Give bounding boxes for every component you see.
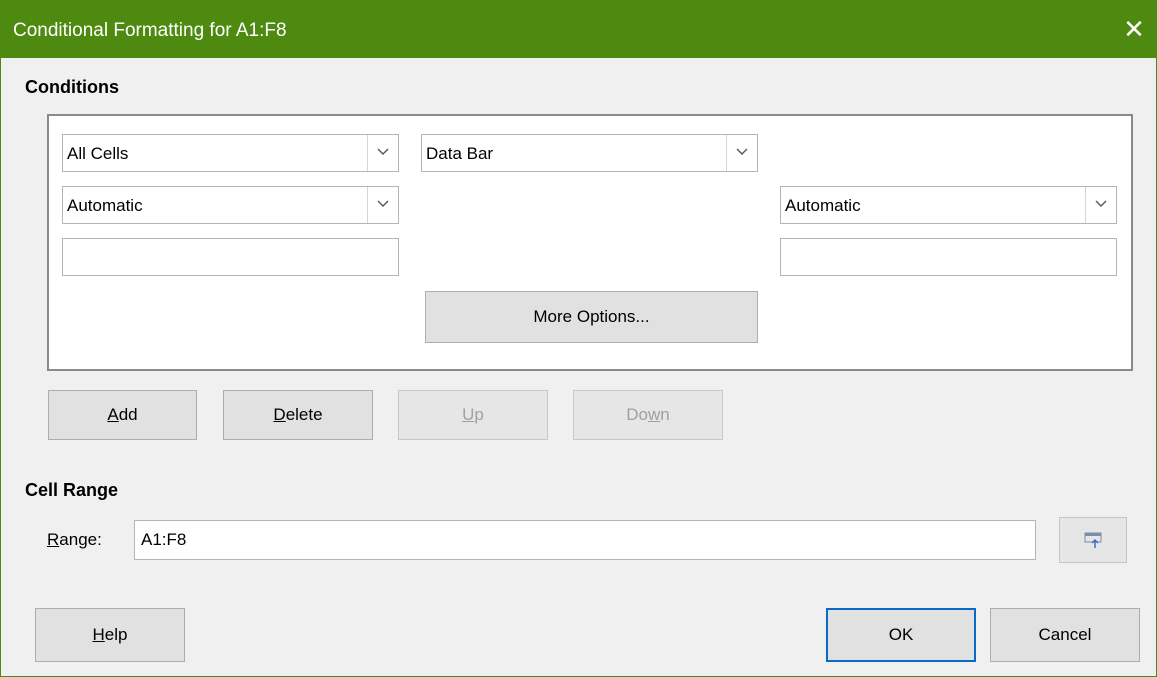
range-input-value: A1:F8 xyxy=(141,530,187,549)
max-type-value: Automatic xyxy=(785,196,861,215)
close-button[interactable]: ✕ xyxy=(1110,0,1157,58)
down-label: n xyxy=(660,405,670,424)
down-button[interactable]: Down xyxy=(573,390,723,440)
shrink-dialog-icon xyxy=(1083,530,1103,555)
format-type-value: Data Bar xyxy=(426,144,494,163)
chevron-down-icon xyxy=(367,187,398,223)
conditional-formatting-dialog: Conditional Formatting for A1:F8 ✕ Condi… xyxy=(0,0,1157,677)
chevron-down-icon xyxy=(367,135,398,171)
cancel-button[interactable]: Cancel xyxy=(990,608,1140,662)
add-label: dd xyxy=(118,405,138,424)
more-options-button[interactable]: More Options... xyxy=(425,291,758,343)
range-label-mnemonic: R xyxy=(47,530,60,549)
up-mnemonic: U xyxy=(462,405,475,424)
help-button[interactable]: Help xyxy=(35,608,185,662)
ok-button[interactable]: OK xyxy=(826,608,976,662)
window-title: Conditional Formatting for A1:F8 xyxy=(13,20,287,41)
up-button[interactable]: Up xyxy=(398,390,548,440)
help-mnemonic: H xyxy=(92,625,105,644)
ok-label: OK xyxy=(888,625,914,644)
down-mnemonic: w xyxy=(647,405,661,424)
close-icon: ✕ xyxy=(1123,14,1145,44)
add-button[interactable]: Add xyxy=(48,390,197,440)
title-bar: Conditional Formatting for A1:F8 ✕ xyxy=(1,0,1157,58)
delete-mnemonic: D xyxy=(273,405,286,424)
cell-range-heading: Cell Range xyxy=(25,480,119,500)
cancel-label: Cancel xyxy=(1038,625,1092,644)
delete-label: elete xyxy=(285,405,323,424)
delete-button[interactable]: Delete xyxy=(223,390,373,440)
help-label: elp xyxy=(104,625,128,644)
chevron-down-icon xyxy=(726,135,757,171)
format-type-dropdown[interactable]: Data Bar xyxy=(421,134,758,172)
range-label-text: ange: xyxy=(59,530,102,549)
conditions-heading: Conditions xyxy=(25,77,119,97)
shrink-button[interactable] xyxy=(1059,517,1127,563)
min-value-input[interactable] xyxy=(62,238,399,276)
more-options-label: More Options... xyxy=(533,307,650,326)
min-type-dropdown[interactable]: Automatic xyxy=(62,186,399,224)
cell-condition-dropdown[interactable]: All Cells xyxy=(62,134,399,172)
range-label: Range: xyxy=(47,530,102,550)
up-label: p xyxy=(474,405,484,424)
down-label-prefix: Do xyxy=(626,405,648,424)
max-type-dropdown[interactable]: Automatic xyxy=(780,186,1117,224)
cell-condition-value: All Cells xyxy=(67,144,129,163)
min-type-value: Automatic xyxy=(67,196,143,215)
add-mnemonic: A xyxy=(107,405,119,424)
max-value-input[interactable] xyxy=(780,238,1117,276)
chevron-down-icon xyxy=(1085,187,1116,223)
range-input[interactable]: A1:F8 xyxy=(134,520,1036,560)
